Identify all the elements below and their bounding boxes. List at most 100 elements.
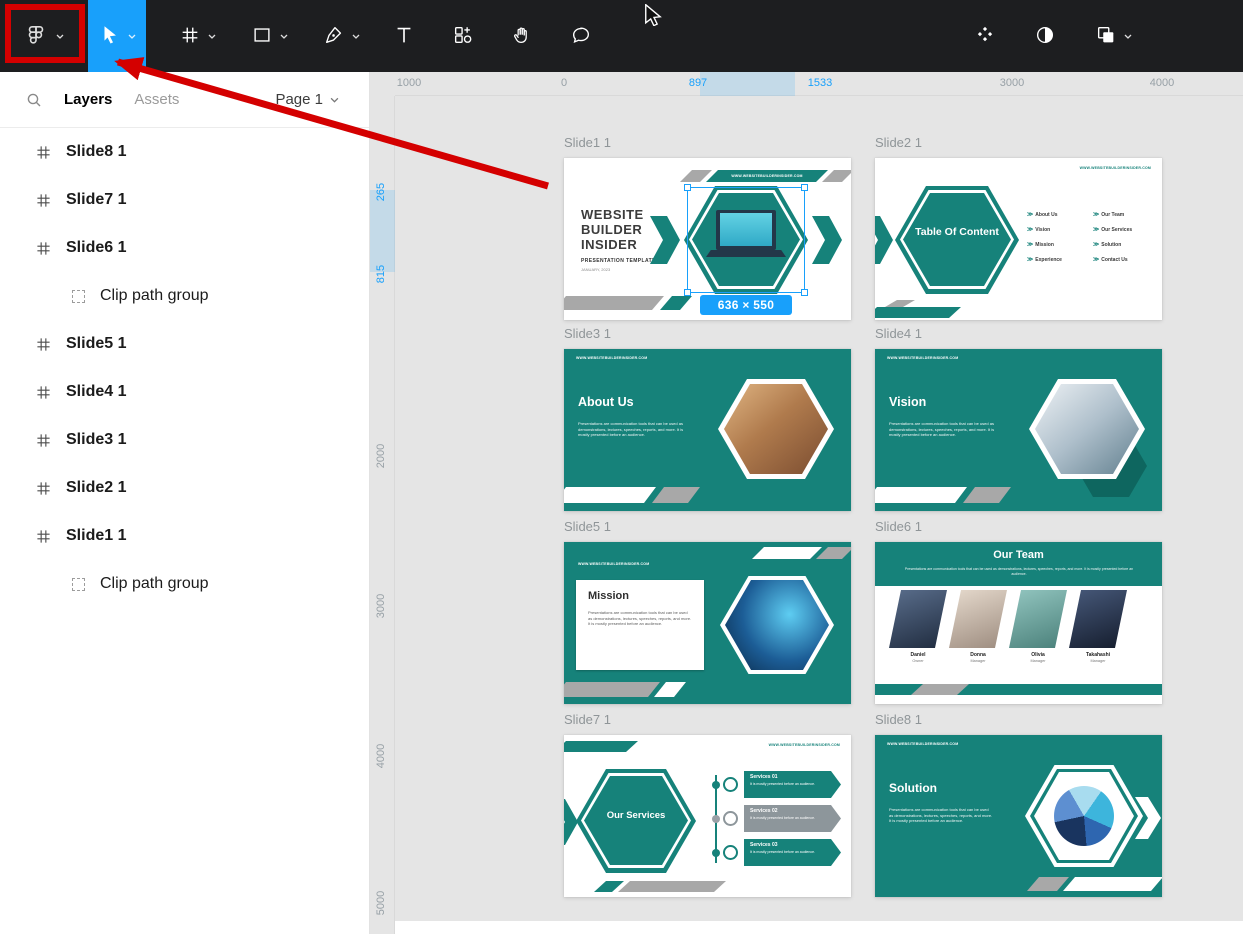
arrow-bullet-icon: ≫ <box>1027 212 1033 218</box>
frame-icon <box>36 529 51 544</box>
resources-icon <box>452 24 474 49</box>
ruler-tick: 3000 <box>375 586 387 626</box>
pen-icon <box>323 24 345 49</box>
layer-row-slide8[interactable]: Slide8 1 <box>0 128 369 176</box>
frame-icon <box>36 241 51 256</box>
arrow-bullet-icon: ≫ <box>1027 257 1033 263</box>
pen-tool-button[interactable] <box>310 0 372 72</box>
search-icon[interactable] <box>26 92 42 108</box>
service-banner: Services 03 It is mostly presented befor… <box>744 839 841 866</box>
move-tool-button[interactable] <box>88 0 146 72</box>
selection-box[interactable] <box>687 187 805 293</box>
canvas-label-slide7[interactable]: Slide7 1 <box>564 712 611 727</box>
layer-row-clip-group[interactable]: Clip path group <box>0 272 369 320</box>
mask-button[interactable] <box>1084 0 1142 72</box>
page-selector[interactable]: Page 1 <box>275 91 339 108</box>
resources-tool-button[interactable] <box>443 0 483 72</box>
hand-tool-button[interactable] <box>502 0 542 72</box>
vertical-ruler[interactable]: 265 815 2000 3000 4000 5000 <box>370 96 395 934</box>
text-icon <box>393 24 415 49</box>
ruler-selection-band <box>700 72 795 96</box>
canvas-label-slide5[interactable]: Slide5 1 <box>564 519 611 534</box>
deco <box>963 487 1011 503</box>
shape-tool-button[interactable] <box>238 0 300 72</box>
toolbar <box>0 0 1243 72</box>
deco <box>654 682 686 697</box>
tab-layers[interactable]: Layers <box>64 91 112 108</box>
deco <box>564 296 664 310</box>
slide5-thumbnail[interactable]: WWW.WEBSITEBUILDERINSIDER.COM Mission Pr… <box>564 542 851 704</box>
deco <box>680 170 712 182</box>
slide-url: WWW.WEBSITEBUILDERINSIDER.COM <box>1055 166 1151 170</box>
canvas[interactable]: 1000 0 897 1533 3000 4000 265 815 2000 3… <box>370 72 1243 934</box>
clip-path-group-icon <box>72 290 85 303</box>
member-caption: DonnaManager <box>948 652 1008 663</box>
slide8-title: Solution <box>889 781 937 795</box>
slide2-thumbnail[interactable]: WWW.WEBSITEBUILDERINSIDER.COM Table Of C… <box>875 158 1162 320</box>
slide3-thumbnail[interactable]: WWW.WEBSITEBUILDERINSIDER.COM About Us P… <box>564 349 851 511</box>
component-button[interactable] <box>965 0 1005 72</box>
layer-row-slide3[interactable]: Slide3 1 <box>0 416 369 464</box>
arrow-bullet-icon: ≫ <box>1093 227 1099 233</box>
layer-row-clip-group[interactable]: Clip path group <box>0 560 369 608</box>
member-caption: OliviaManager <box>1008 652 1068 663</box>
selection-size-badge: 636 × 550 <box>700 295 792 315</box>
slide1-subtitle: PRESENTATION TEMPLATE <box>581 258 656 264</box>
chevron-down-icon <box>1124 34 1132 39</box>
layer-row-slide5[interactable]: Slide5 1 <box>0 320 369 368</box>
slide-url: WWW.WEBSITEBUILDERINSIDER.COM <box>578 562 649 566</box>
slide-url: WWW.WEBSITEBUILDERINSIDER.COM <box>740 743 840 747</box>
contrast-button[interactable] <box>1025 0 1065 72</box>
clip-path-group-icon <box>72 578 85 591</box>
comment-tool-button[interactable] <box>561 0 601 72</box>
layer-row-slide1[interactable]: Slide1 1 <box>0 512 369 560</box>
slide6-thumbnail[interactable]: Our Team Presentations are communication… <box>875 542 1162 704</box>
slide1-thumbnail[interactable]: WWW.WEBSITEBUILDERINSIDER.COM WEBSITE BU… <box>564 158 851 320</box>
canvas-label-slide3[interactable]: Slide3 1 <box>564 326 611 341</box>
deco <box>564 682 660 697</box>
slide4-title: Vision <box>889 395 926 409</box>
text-tool-button[interactable] <box>384 0 424 72</box>
member-caption: DanielOwner <box>888 652 948 663</box>
selection-handle-sw[interactable] <box>684 289 691 296</box>
canvas-label-slide1[interactable]: Slide1 1 <box>564 135 611 150</box>
selection-handle-se[interactable] <box>801 289 808 296</box>
selection-handle-nw[interactable] <box>684 184 691 191</box>
slide6-title: Our Team <box>875 549 1162 561</box>
canvas-bottom-strip <box>395 921 1243 934</box>
deco <box>875 487 967 503</box>
deco <box>564 741 638 752</box>
horizontal-ruler[interactable]: 1000 0 897 1533 3000 4000 <box>395 72 1243 96</box>
frame-tool-button[interactable] <box>166 0 228 72</box>
deco-chevron <box>875 216 893 264</box>
frame-icon <box>36 145 51 160</box>
layer-row-slide2[interactable]: Slide2 1 <box>0 464 369 512</box>
chevron-down-icon <box>128 34 136 39</box>
slide7-thumbnail[interactable]: WWW.WEBSITEBUILDERINSIDER.COM Our Servic… <box>564 735 851 897</box>
deco-chevron <box>564 799 578 845</box>
layer-row-slide4[interactable]: Slide4 1 <box>0 368 369 416</box>
slide4-thumbnail[interactable]: WWW.WEBSITEBUILDERINSIDER.COM Vision Pre… <box>875 349 1162 511</box>
contrast-icon <box>1034 24 1056 49</box>
selection-handle-ne[interactable] <box>801 184 808 191</box>
timeline-dot <box>712 781 720 789</box>
deco <box>875 307 961 318</box>
toc-item: ≫About Us <box>1027 212 1058 218</box>
canvas-label-slide2[interactable]: Slide2 1 <box>875 135 922 150</box>
arrow-bullet-icon: ≫ <box>1093 212 1099 218</box>
canvas-label-slide4[interactable]: Slide4 1 <box>875 326 922 341</box>
ruler-tick: 815 <box>375 254 387 294</box>
ruler-tick: 897 <box>689 77 707 89</box>
deco <box>752 547 822 559</box>
tab-assets[interactable]: Assets <box>134 91 179 108</box>
layer-row-slide7[interactable]: Slide7 1 <box>0 176 369 224</box>
figma-app: Layers Assets Page 1 Slide8 1 Slide7 1 S… <box>0 0 1243 934</box>
slide8-thumbnail[interactable]: WWW.WEBSITEBUILDERINSIDER.COM Solution P… <box>875 735 1162 897</box>
page-selector-label: Page 1 <box>275 91 323 108</box>
layer-row-slide6[interactable]: Slide6 1 <box>0 224 369 272</box>
canvas-label-slide6[interactable]: Slide6 1 <box>875 519 922 534</box>
layer-list: Slide8 1 Slide7 1 Slide6 1 Clip path gro… <box>0 128 369 934</box>
deco <box>1063 877 1162 891</box>
header-band: Our Team Presentations are communication… <box>875 542 1162 586</box>
canvas-label-slide8[interactable]: Slide8 1 <box>875 712 922 727</box>
